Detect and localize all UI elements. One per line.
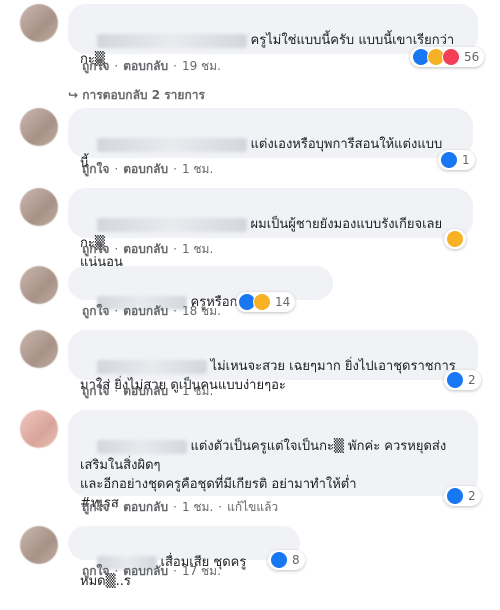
reaction-count: 56 <box>464 50 480 64</box>
reaction-summary[interactable]: 2 <box>444 370 481 390</box>
comment-bubble: แต่งเองหรือบุพการีสอนให้แต่งแบบ นี้ <box>68 108 473 171</box>
comment-bubble: แต่งตัวเป็นครูแต่ใจเป็นกะ▒ พักค่ะ ควรหยุ… <box>68 410 478 511</box>
like-icon <box>446 371 464 389</box>
avatar[interactable] <box>20 4 58 42</box>
edited-label[interactable]: แก้ไขแล้ว <box>227 500 278 514</box>
reply-button[interactable]: ตอบกลับ <box>123 500 168 514</box>
comment-bubble: เสื่อมเสีย ชุดครูหมด▒..ร <box>68 526 300 589</box>
timestamp[interactable]: 1 ชม. <box>182 500 213 514</box>
like-button[interactable]: ถูกใจ <box>82 500 109 514</box>
commenter-name[interactable] <box>96 33 247 48</box>
like-button[interactable]: ถูกใจ <box>82 564 109 578</box>
reply-button[interactable]: ตอบกลับ <box>123 304 168 318</box>
timestamp[interactable]: 18 ชม. <box>182 304 221 318</box>
like-button[interactable]: ถูกใจ <box>82 59 109 73</box>
comment-actions: ถูกใจ · ตอบกลับ · 19 ชม. <box>82 59 221 73</box>
reaction-summary[interactable]: 2 <box>444 486 481 506</box>
commenter-name[interactable] <box>96 217 247 232</box>
timestamp[interactable]: 17 ชม. <box>182 564 221 578</box>
timestamp[interactable]: 1 ชม. <box>182 162 213 176</box>
comment-bubble: ผมเป็นผู้ชายยังมองแบบรังเกียจเลย กะ▒ แน่… <box>68 188 473 270</box>
like-button[interactable]: ถูกใจ <box>82 384 109 398</box>
like-button[interactable]: ถูกใจ <box>82 162 109 176</box>
reaction-count: 2 <box>468 489 476 503</box>
timestamp[interactable]: 1 ชม. <box>182 242 213 256</box>
reaction-count: 2 <box>468 373 476 387</box>
avatar[interactable] <box>20 330 58 368</box>
commenter-name[interactable] <box>96 137 247 152</box>
like-icon <box>270 551 288 569</box>
comment-actions: ถูกใจ · ตอบกลับ · 17 ชม. <box>82 564 221 578</box>
reply-button[interactable]: ตอบกลับ <box>123 59 168 73</box>
like-icon <box>440 151 458 169</box>
like-icon <box>446 487 464 505</box>
reaction-summary[interactable]: 1 <box>438 150 475 170</box>
timestamp[interactable]: 19 ชม. <box>182 59 221 73</box>
haha-icon <box>446 230 464 248</box>
commenter-name[interactable] <box>96 359 207 374</box>
avatar[interactable] <box>20 108 58 146</box>
reply-button[interactable]: ตอบกลับ <box>123 564 168 578</box>
avatar[interactable] <box>20 188 58 226</box>
reaction-summary[interactable]: 56 <box>410 47 485 67</box>
haha-icon <box>253 293 271 311</box>
comment-actions: ถูกใจ · ตอบกลับ · 18 ชม. <box>82 304 221 318</box>
avatar[interactable] <box>20 410 58 448</box>
reaction-summary[interactable] <box>444 229 466 249</box>
comment-actions: ถูกใจ · ตอบกลับ · 1 ชม. <box>82 384 214 398</box>
avatar[interactable] <box>20 266 58 304</box>
comment-bubble: ไม่เหนจะสวย เฉยๆมาก ยิ่งไปเอาชุดราชการ ม… <box>68 330 478 393</box>
view-replies-link[interactable]: ↪ การตอบกลับ 2 รายการ <box>68 86 205 105</box>
reply-button[interactable]: ตอบกลับ <box>123 162 168 176</box>
reaction-count: 8 <box>292 553 300 567</box>
reply-button[interactable]: ตอบกลับ <box>123 242 168 256</box>
love-icon <box>442 48 460 66</box>
comment-actions: ถูกใจ · ตอบกลับ · 1 ชม. · แก้ไขแล้ว <box>82 500 279 514</box>
comment-actions: ถูกใจ · ตอบกลับ · 1 ชม. <box>82 162 214 176</box>
comment-actions: ถูกใจ · ตอบกลับ · 1 ชม. <box>82 242 214 256</box>
avatar[interactable] <box>20 526 58 564</box>
reply-button[interactable]: ตอบกลับ <box>123 384 168 398</box>
reaction-summary[interactable]: 14 <box>236 292 296 312</box>
like-button[interactable]: ถูกใจ <box>82 242 109 256</box>
timestamp[interactable]: 1 ชม. <box>182 384 213 398</box>
comment-bubble: ครูหรือกะ▒ เอาดีๆ <box>68 266 333 310</box>
reaction-count: 14 <box>275 295 291 309</box>
like-button[interactable]: ถูกใจ <box>82 304 109 318</box>
commenter-name[interactable] <box>96 439 187 454</box>
reaction-count: 1 <box>462 153 470 167</box>
reaction-summary[interactable]: 8 <box>268 550 305 570</box>
